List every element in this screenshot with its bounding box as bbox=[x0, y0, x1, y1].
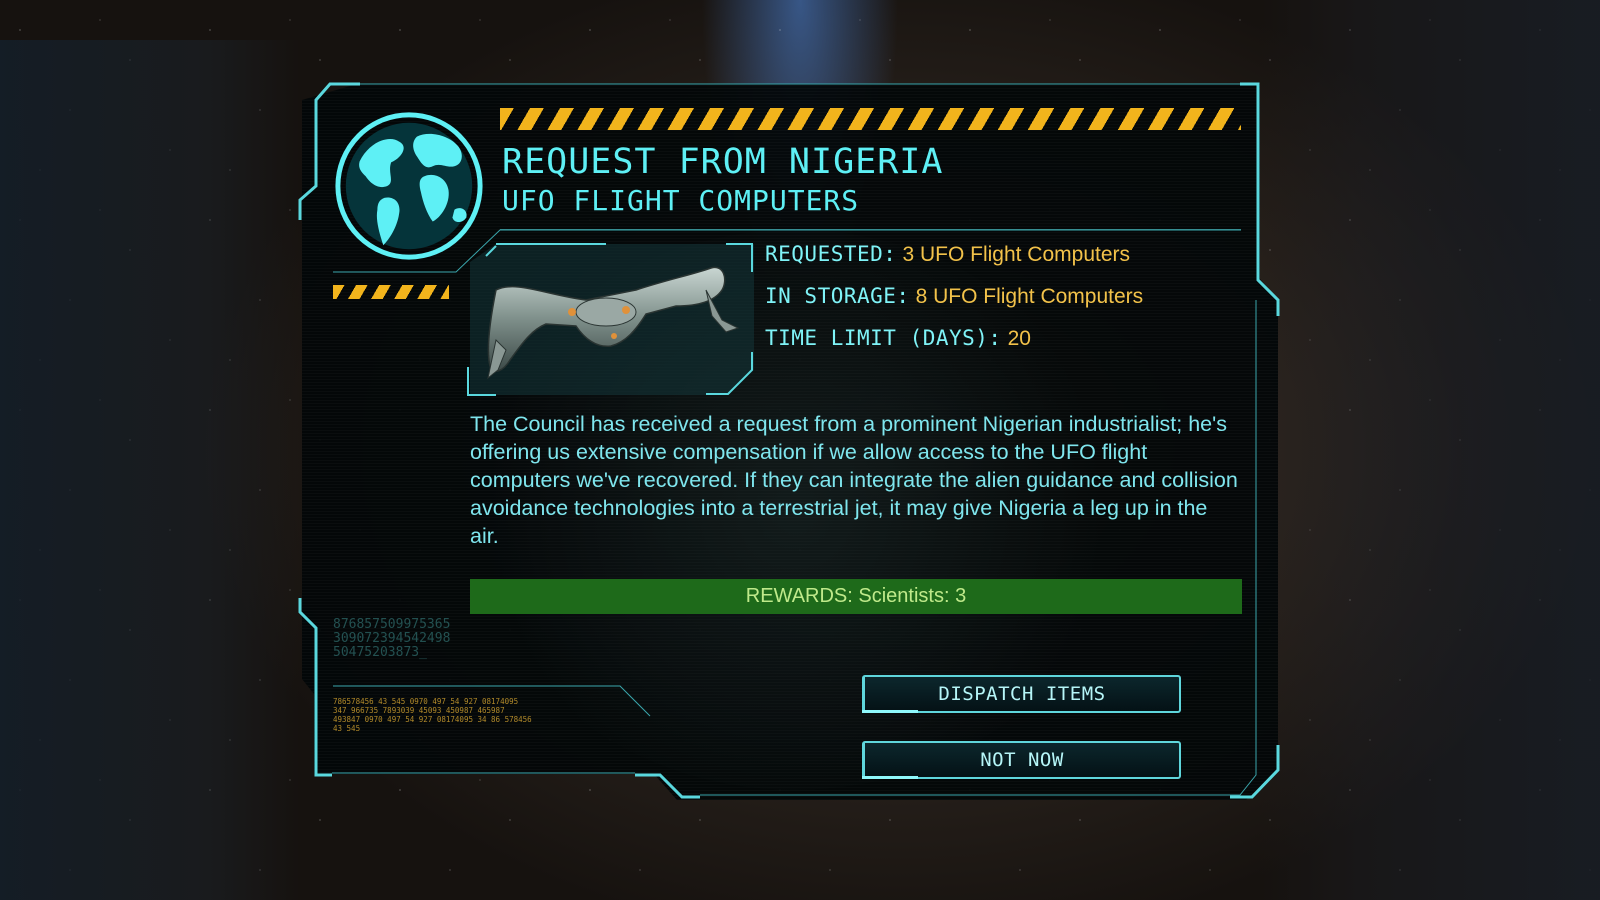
title-divider bbox=[500, 229, 1241, 230]
storage-value: 8 UFO Flight Computers bbox=[915, 285, 1144, 308]
dialog-title: REQUEST FROM NIGERIA bbox=[502, 142, 944, 182]
requested-label: REQUESTED: bbox=[765, 242, 897, 266]
hazard-stripe-top bbox=[500, 108, 1241, 130]
request-description: The Council has received a request from … bbox=[470, 412, 1238, 548]
dispatch-items-button[interactable]: DISPATCH ITEMS bbox=[862, 675, 1181, 713]
globe-icon bbox=[335, 112, 483, 260]
storage-label: IN STORAGE: bbox=[765, 284, 910, 308]
stat-in-storage: IN STORAGE: 8 UFO Flight Computers bbox=[765, 284, 1143, 309]
ufo-flight-computer-icon bbox=[487, 266, 740, 380]
time-limit-label: TIME LIMIT (DAYS): bbox=[765, 326, 1002, 350]
hazard-stripe-small bbox=[333, 285, 449, 299]
stat-requested: REQUESTED: 3 UFO Flight Computers bbox=[765, 242, 1130, 267]
decor-numbers-small: 786578456 43 545 0970 497 54 927 0817409… bbox=[333, 697, 532, 733]
rewards-bar: REWARDS: Scientists: 3 bbox=[470, 579, 1242, 614]
time-limit-value: 20 bbox=[1007, 327, 1031, 350]
not-now-button[interactable]: NOT NOW bbox=[862, 741, 1181, 779]
requested-value: 3 UFO Flight Computers bbox=[902, 243, 1131, 266]
dialog-subtitle: UFO FLIGHT COMPUTERS bbox=[502, 184, 860, 217]
decor-numbers: 8768575099753653090723945424985047520387… bbox=[333, 617, 451, 660]
stat-time-limit: TIME LIMIT (DAYS): 20 bbox=[765, 326, 1031, 351]
